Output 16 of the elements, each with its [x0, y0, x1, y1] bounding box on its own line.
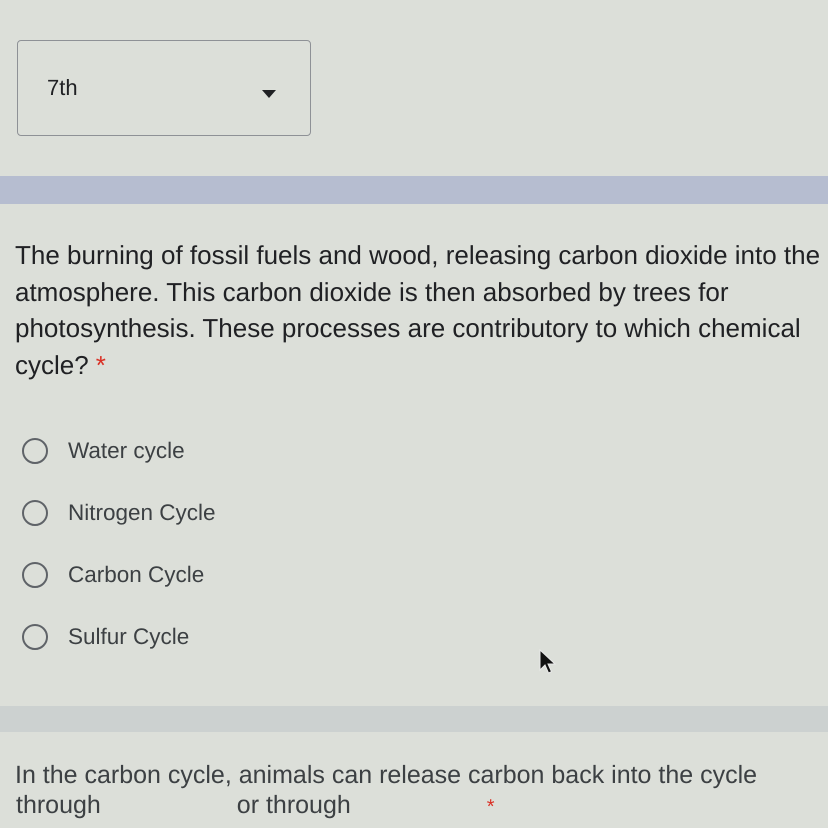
grade-dropdown[interactable]: 7th: [17, 40, 311, 136]
radio-button[interactable]: [22, 500, 48, 526]
radio-button[interactable]: [22, 624, 48, 650]
radio-button[interactable]: [22, 562, 48, 588]
option-label: Sulfur Cycle: [68, 624, 190, 650]
option-label: Carbon Cycle: [68, 562, 204, 588]
cursor-icon: [539, 649, 556, 674]
required-mark: *: [486, 795, 495, 820]
option-label: Nitrogen Cycle: [68, 500, 216, 526]
option-label: Water cycle: [68, 438, 185, 464]
question-text: In the carbon cycle, animals can release carbon back into the cycle: [15, 760, 758, 790]
question-text: through: [16, 790, 101, 820]
question-text: The burning of fossil fuels and wood, releasing carbon dioxide into the atmosphere. This carbon dioxide is then absorbed by trees for photosynthesis. These processes are contributory to which chemical cycle? *: [15, 239, 822, 382]
question-text: or through: [236, 790, 351, 820]
radio-button[interactable]: [22, 438, 48, 464]
caret-icon: [262, 90, 276, 98]
